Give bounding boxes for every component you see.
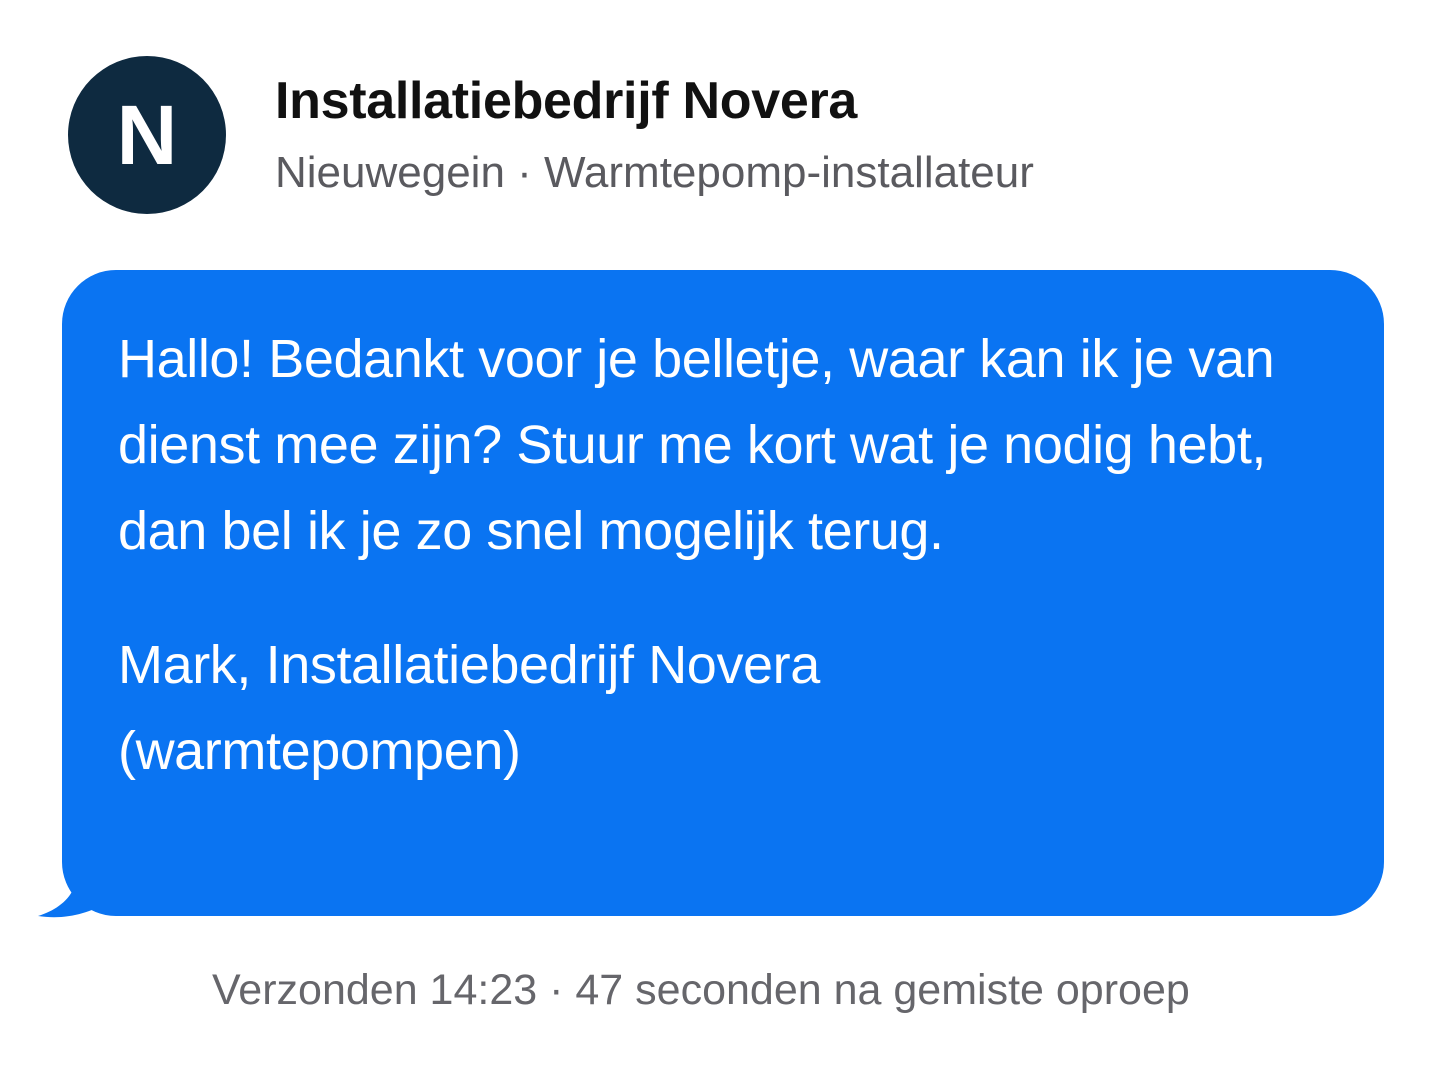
signature-line-1: Mark, Installatiebedrijf Novera xyxy=(118,635,820,695)
signature-line-2: (warmtepompen) xyxy=(118,721,521,781)
conversation-header: N Installatiebedrijf Novera Nieuwegein ·… xyxy=(68,55,1034,215)
message-body: Hallo! Bedankt voor je belletje, waar ka… xyxy=(118,329,1275,561)
delivery-status: Verzonden 14:23 · 47 seconden na gemiste… xyxy=(212,966,1190,1014)
contact-subtitle: Nieuwegein · Warmtepomp-installateur xyxy=(275,148,1034,197)
contact-name[interactable]: Installatiebedrijf Novera xyxy=(275,71,1034,131)
contact-info: Installatiebedrijf Novera Nieuwegein · W… xyxy=(275,71,1034,199)
message-bubble[interactable]: Hallo! Bedankt voor je belletje, waar ka… xyxy=(62,270,1384,916)
avatar[interactable]: N xyxy=(68,56,226,214)
message-bubble-wrapper: Hallo! Bedankt voor je belletje, waar ka… xyxy=(36,270,1384,918)
message-signature: Mark, Installatiebedrijf Novera (warmtep… xyxy=(118,622,1328,794)
